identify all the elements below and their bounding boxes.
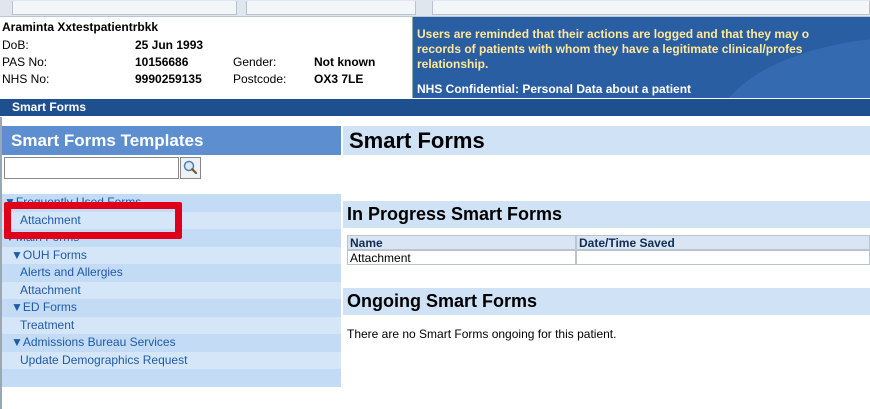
highlight-annotation	[4, 202, 182, 239]
templates-panel: Smart Forms Templates ▼Frequently Used F…	[0, 117, 341, 409]
col-header-name[interactable]: Name	[347, 235, 576, 250]
template-search-input[interactable]	[4, 157, 179, 179]
pas-row: PAS No: 10156686 Gender: Not known	[2, 55, 412, 72]
pas-label: PAS No:	[2, 55, 48, 69]
postcode-label: Postcode:	[233, 72, 287, 86]
browser-tab-strip	[0, 0, 870, 17]
nhs-label: NHS No:	[2, 72, 50, 86]
patient-banner: Araminta Xxtestpatientrbkk DoB: 25 Jun 1…	[0, 17, 413, 98]
nhs-row: NHS No: 9990259135 Postcode: OX3 7LE	[2, 72, 412, 89]
pas-value: 10156686	[135, 55, 189, 69]
templates-header: Smart Forms Templates	[2, 126, 341, 155]
search-button[interactable]	[180, 157, 201, 179]
warning-line-1: Users are reminded that their actions ar…	[417, 27, 810, 41]
warning-message: Users are reminded that their actions ar…	[417, 27, 870, 72]
nhs-value: 9990259135	[135, 72, 202, 86]
dob-value: 25 Jun 1993	[135, 38, 204, 52]
page-title: Smart Forms	[343, 126, 870, 155]
tree-item[interactable]: Attachment	[2, 281, 341, 299]
warning-line-2: records of patients with whom they have …	[417, 42, 803, 56]
tree-item[interactable]: ▼ED Forms	[2, 299, 341, 316]
tab-left[interactable]	[12, 1, 237, 15]
tree-item[interactable]: ▼Admissions Bureau Services	[2, 334, 341, 351]
tree-item[interactable]: Update Demographics Request	[2, 351, 341, 369]
table-row-date[interactable]	[576, 250, 870, 265]
tree-item[interactable]: ▼OUH Forms	[2, 246, 341, 264]
dob-label: DoB:	[2, 38, 29, 52]
tree-item[interactable]: Alerts and Allergies	[2, 264, 341, 281]
tab-middle[interactable]	[246, 1, 416, 15]
ongoing-note: There are no Smart Forms ongoing for thi…	[347, 327, 617, 341]
magnifier-icon	[183, 160, 198, 175]
warning-banner: Users are reminded that their actions ar…	[413, 17, 870, 98]
col-header-date[interactable]: Date/Time Saved	[576, 235, 870, 250]
gender-label: Gender:	[233, 55, 277, 69]
dob-row: DoB: 25 Jun 1993	[2, 38, 412, 55]
tab-right[interactable]	[432, 1, 870, 15]
patient-name: Araminta Xxtestpatientrbkk	[2, 20, 159, 34]
postcode-value: OX3 7LE	[314, 72, 364, 86]
section-bar: Smart Forms	[0, 99, 870, 116]
warning-line-3: relationship.	[417, 57, 489, 71]
tree-item[interactable]: Treatment	[2, 316, 341, 334]
gender-value: Not known	[314, 55, 376, 69]
in-progress-heading: In Progress Smart Forms	[343, 201, 870, 228]
ongoing-heading: Ongoing Smart Forms	[343, 288, 870, 315]
table-row-name[interactable]: Attachment	[347, 250, 576, 265]
confidential-notice: NHS Confidential: Personal Data about a …	[417, 82, 692, 96]
